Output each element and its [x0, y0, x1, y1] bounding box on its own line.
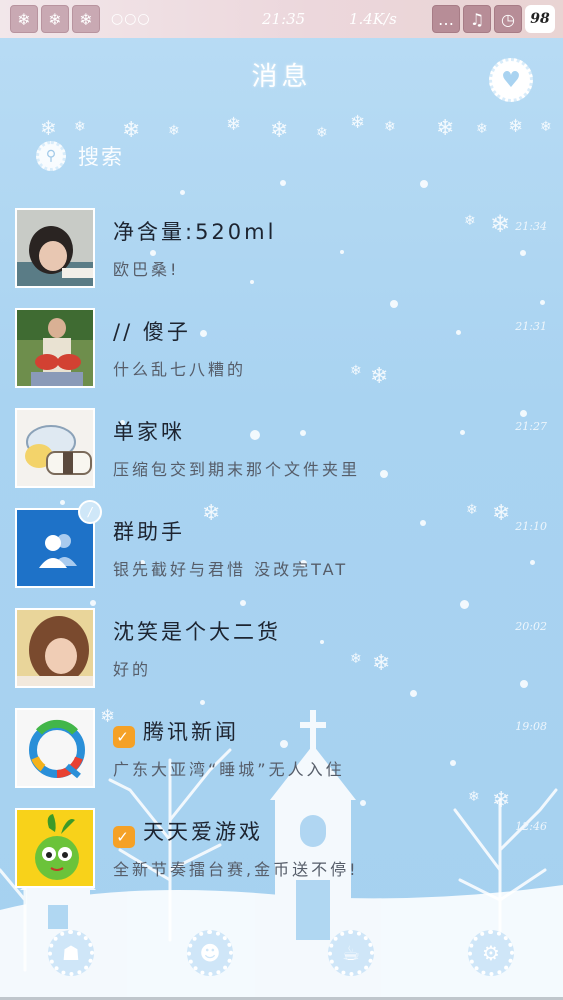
conversation-item[interactable]: 沈笑是个大二货 好的 20:02	[0, 598, 563, 698]
search-placeholder[interactable]: 搜索	[78, 141, 124, 171]
conversation-name: // 傻子	[113, 320, 191, 344]
avatar	[15, 708, 95, 788]
conversation-name: 沈笑是个大二货	[113, 620, 281, 644]
music-icon: ♫	[463, 5, 491, 33]
ghost-icon[interactable]: ☗	[48, 930, 94, 976]
conversation-preview: 压缩包交到期末那个文件夹里	[113, 460, 361, 479]
avatar	[15, 308, 95, 388]
conversation-name: 净含量:520ml	[113, 220, 277, 244]
conversation-name: ✓ 天天爱游戏	[113, 816, 263, 848]
avatar	[15, 408, 95, 488]
verified-badge-icon: ✓	[113, 726, 135, 748]
conversation-preview: 银先截好与君惜 没改完TAT	[113, 560, 349, 579]
conversation-time: 19:08	[515, 720, 547, 733]
search-icon[interactable]: ⚲	[36, 141, 66, 171]
conversation-time: 21:31	[515, 320, 547, 333]
page-title: 消息	[251, 62, 312, 92]
contact-icon[interactable]: ☻	[187, 930, 233, 976]
conversation-time: 21:34	[515, 220, 547, 233]
status-bar-right-icons: … ♫ ◷ 98	[432, 5, 555, 33]
conversation-item[interactable]: ✓ 腾讯新闻 广东大亚湾“睡城”无人入住 19:08	[0, 698, 563, 798]
search-bar[interactable]: ⚲ 搜索	[36, 138, 336, 174]
conversation-list: 净含量:520ml 欧巴桑! 21:34 // 傻子 什么乱七八糟的 21:31	[0, 198, 563, 898]
avatar	[15, 608, 95, 688]
conversation-preview: 好的	[113, 660, 152, 679]
conversation-name: 单家咪	[113, 420, 185, 444]
header: 消息 ♥	[0, 38, 563, 110]
network-speed: 1.4K/s	[349, 10, 397, 28]
conversation-name: ✓ 腾讯新闻	[113, 716, 239, 748]
clock-icon: ◷	[494, 5, 522, 33]
conversation-item[interactable]: / 群助手 银先截好与君惜 没改完TAT 21:10	[0, 498, 563, 598]
conversation-item[interactable]: 单家咪 压缩包交到期末那个文件夹里 21:27	[0, 398, 563, 498]
conversation-preview: 全新节奏擂台赛,金币送不停!	[113, 860, 359, 879]
conversation-name-text: 腾讯新闻	[143, 720, 239, 744]
heart-icon[interactable]: ♥	[489, 58, 533, 102]
status-bar-left-icons: ❄ ❄ ❄ ○○○	[0, 5, 151, 33]
cup-icon[interactable]: ☕	[328, 930, 374, 976]
chat-icon: …	[432, 5, 460, 33]
conversation-time: 21:10	[515, 520, 547, 533]
battery-level: 98	[525, 5, 555, 33]
snowflake-icon: ❄	[41, 5, 69, 33]
avatar	[15, 208, 95, 288]
conversation-name: 群助手	[113, 520, 185, 544]
conversation-name-text: 天天爱游戏	[143, 820, 263, 844]
group-indicator-icon: /	[78, 500, 102, 524]
conversation-time: 21:27	[515, 420, 547, 433]
status-time: 21:35	[262, 10, 306, 28]
status-bar: ❄ ❄ ❄ ○○○ 21:35 1.4K/s … ♫ ◷ 98	[0, 0, 563, 38]
conversation-item[interactable]: ✓ 天天爱游戏 全新节奏擂台赛,金币送不停! 12:46	[0, 798, 563, 898]
status-more-dots: ○○○	[111, 11, 151, 27]
conversation-time: 20:02	[515, 620, 547, 633]
conversation-item[interactable]: 净含量:520ml 欧巴桑! 21:34	[0, 198, 563, 298]
conversation-item[interactable]: // 傻子 什么乱七八糟的 21:31	[0, 298, 563, 398]
gear-icon[interactable]: ⚙	[468, 930, 514, 976]
verified-badge-icon: ✓	[113, 826, 135, 848]
bottom-nav: ☗ ☻ ☕ ⚙	[0, 922, 563, 992]
conversation-preview: 广东大亚湾“睡城”无人入住	[113, 760, 345, 779]
conversation-preview: 什么乱七八糟的	[113, 360, 247, 379]
conversation-preview: 欧巴桑!	[113, 260, 180, 279]
conversation-time: 12:46	[515, 820, 547, 833]
snowflake-icon: ❄	[72, 5, 100, 33]
snowflake-icon: ❄	[10, 5, 38, 33]
avatar	[15, 808, 95, 888]
